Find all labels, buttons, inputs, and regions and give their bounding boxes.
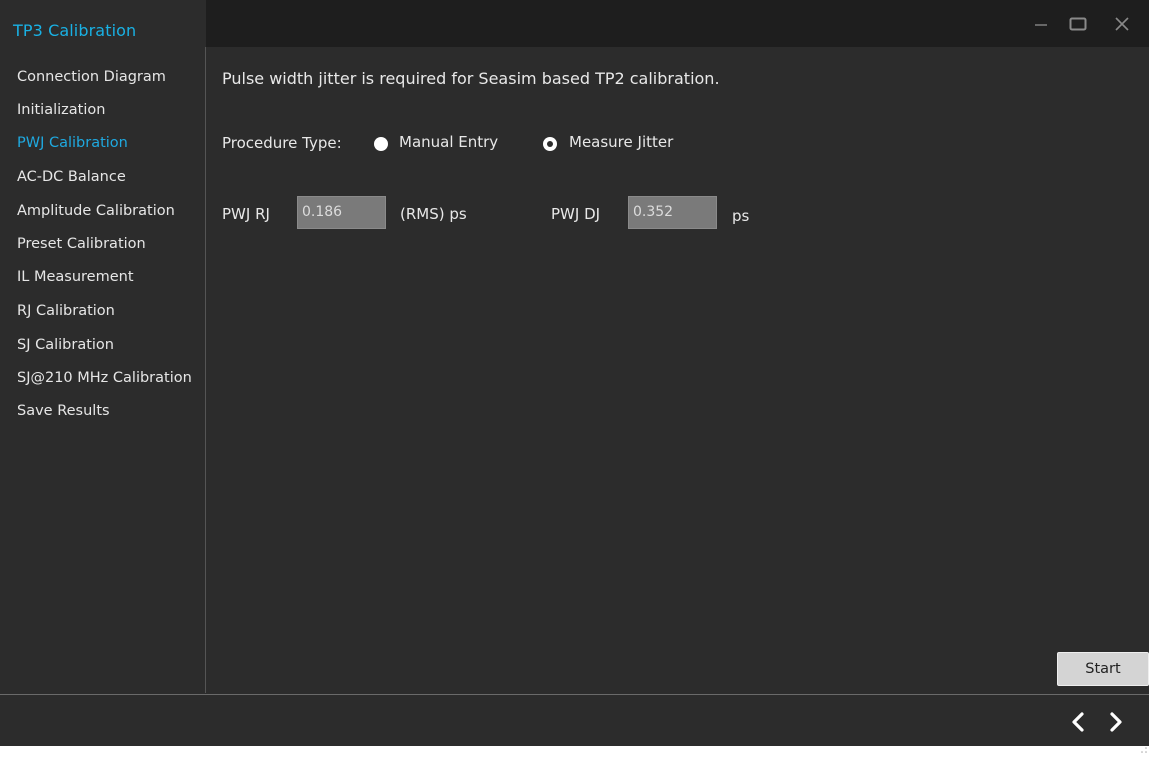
window-title: TP3 Calibration — [13, 21, 137, 40]
bottom-nav-bar — [0, 694, 1149, 753]
chevron-left-icon[interactable] — [1068, 711, 1088, 733]
sidebar-item-amplitude-calibration[interactable]: Amplitude Calibration — [17, 203, 175, 223]
maximize-icon[interactable] — [1064, 10, 1092, 38]
measure-jitter-label[interactable]: Measure Jitter — [569, 133, 673, 151]
measure-jitter-radio[interactable] — [543, 137, 557, 151]
intro-text: Pulse width jitter is required for Seasi… — [222, 69, 720, 88]
sidebar-item-pwj-calibration[interactable]: PWJ Calibration — [17, 135, 128, 155]
pwj-rj-field[interactable]: 0.186 — [297, 196, 386, 229]
sidebar-item-il-measurement[interactable]: IL Measurement — [17, 269, 134, 289]
manual-entry-radio[interactable] — [374, 137, 388, 151]
close-icon[interactable] — [1108, 10, 1136, 38]
title-tab: TP3 Calibration — [0, 0, 206, 47]
minimize-icon[interactable] — [1027, 10, 1055, 38]
sidebar-item-connection-diagram[interactable]: Connection Diagram — [17, 69, 166, 89]
pwj-dj-field[interactable]: 0.352 — [628, 196, 717, 229]
pwj-dj-label: PWJ DJ — [551, 205, 601, 223]
resize-grip-icon[interactable] — [1141, 738, 1147, 753]
sidebar-item-sj-210mhz-calibration[interactable]: SJ@210 MHz Calibration — [17, 370, 192, 390]
chevron-right-icon[interactable] — [1106, 711, 1126, 733]
sidebar-item-preset-calibration[interactable]: Preset Calibration — [17, 236, 146, 256]
procedure-type-label: Procedure Type: — [222, 134, 342, 152]
sidebar-item-initialization[interactable]: Initialization — [17, 102, 105, 122]
title-bar: TP3 Calibration — [0, 0, 1149, 47]
sidebar-item-save-results[interactable]: Save Results — [17, 403, 110, 423]
sidebar-item-rj-calibration[interactable]: RJ Calibration — [17, 303, 115, 323]
pwj-rj-label: PWJ RJ — [222, 205, 270, 223]
manual-entry-label[interactable]: Manual Entry — [399, 133, 498, 151]
pwj-rj-unit: (RMS) ps — [400, 205, 467, 223]
sidebar-item-sj-calibration[interactable]: SJ Calibration — [17, 337, 114, 357]
pwj-dj-unit: ps — [732, 207, 750, 225]
start-button[interactable]: Start — [1057, 652, 1149, 686]
sidebar-item-ac-dc-balance[interactable]: AC-DC Balance — [17, 169, 126, 189]
calibration-window: TP3 Calibration Connection Diagram Initi… — [0, 0, 1149, 753]
step-sidebar: Connection Diagram Initialization PWJ Ca… — [0, 47, 206, 693]
main-content: Pulse width jitter is required for Seasi… — [207, 47, 1149, 693]
